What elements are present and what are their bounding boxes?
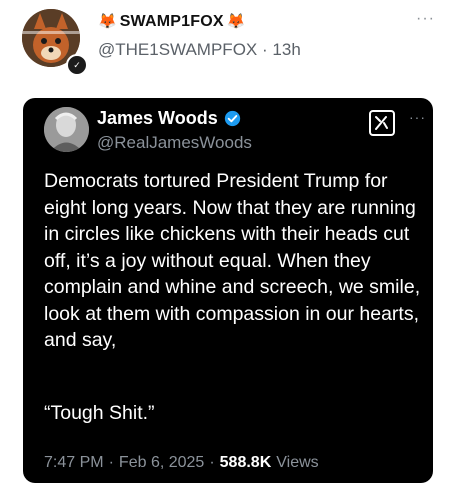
separator: · xyxy=(262,40,268,59)
post-header: ✓ 🦊 SWAMP1FOX 🦊 @THE1SWAMPFOX · 13h ··· xyxy=(0,0,455,90)
post-time[interactable]: 13h xyxy=(272,40,300,59)
views-count: 588.8K xyxy=(219,454,272,471)
quoted-tweet-image[interactable]: James Woods @RealJamesWoods ··· Democrat… xyxy=(23,98,433,483)
meta-separator-2: · xyxy=(209,454,215,471)
verified-badge-icon xyxy=(224,110,240,127)
quoted-author-name: James Woods xyxy=(97,108,218,128)
author-handle-row: @THE1SWAMPFOX · 13h xyxy=(98,40,301,60)
quoted-date: Feb 6, 2025 xyxy=(118,454,205,471)
fox-emoji-right: 🦊 xyxy=(226,13,246,30)
author-display-name[interactable]: SWAMP1FOX xyxy=(120,13,224,31)
grok-icon xyxy=(369,110,395,136)
quoted-author-avatar xyxy=(44,107,89,152)
quoted-author-handle: @RealJamesWoods xyxy=(97,133,252,152)
quoted-time: 7:47 PM xyxy=(44,454,104,471)
author-handle[interactable]: @THE1SWAMPFOX xyxy=(98,40,257,59)
author-name-row[interactable]: 🦊 SWAMP1FOX 🦊 xyxy=(98,13,245,31)
check-badge-icon: ✓ xyxy=(66,54,88,76)
quoted-tweet-quote: “Tough Shit.” xyxy=(44,402,155,424)
quoted-name-row: James Woods xyxy=(97,108,241,129)
meta-separator-1: · xyxy=(108,454,114,471)
more-options-button[interactable]: ··· xyxy=(416,10,435,28)
quoted-tweet-meta: 7:47 PM · Feb 6, 2025 · 588.8K Views xyxy=(44,454,319,472)
views-label: Views xyxy=(276,454,319,471)
quoted-tweet-text: Democrats tortured President Trump for e… xyxy=(44,170,421,351)
fox-emoji-left: 🦊 xyxy=(98,13,117,30)
quoted-more-icon: ··· xyxy=(409,109,426,125)
